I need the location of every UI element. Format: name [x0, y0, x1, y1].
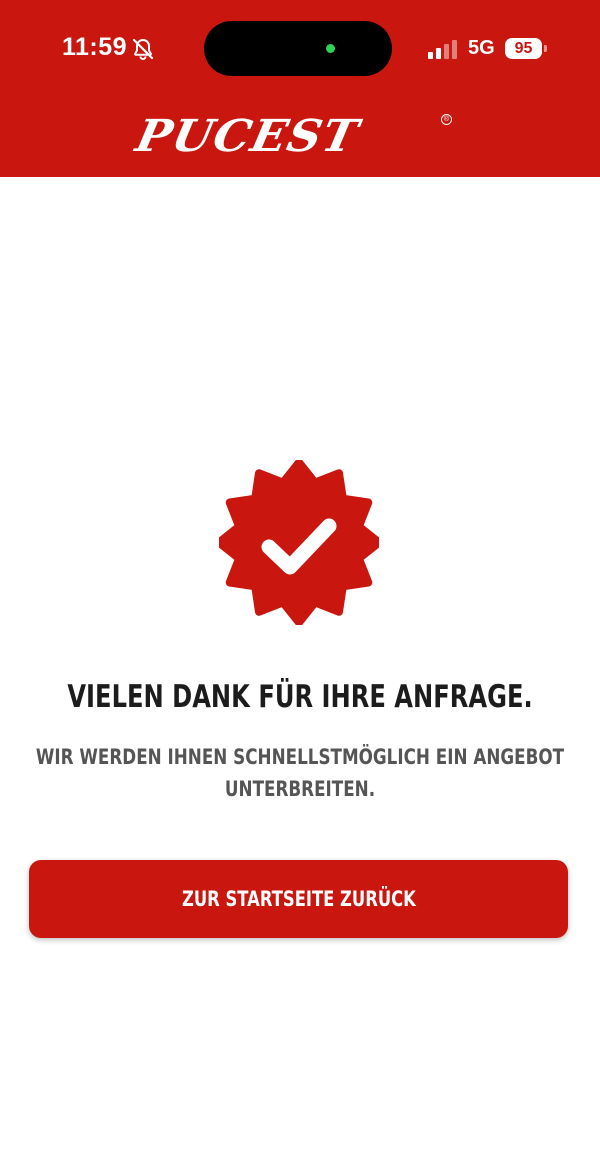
- confirmation-title: VIELEN DANK FÜR IHRE ANFRAGE.: [67, 679, 533, 715]
- network-type-label: 5G: [468, 37, 495, 59]
- registered-mark: ®: [441, 114, 452, 125]
- confirmation-message: WIR WERDEN IHNEN SCHNELLSTMÖGLICH EIN AN…: [35, 745, 565, 802]
- pucest-logo[interactable]: PUCEST ®: [131, 111, 462, 162]
- cellular-signal-icon: [428, 40, 457, 59]
- verified-checkmark-badge-icon: [219, 460, 379, 625]
- back-to-home-label: ZUR STARTSEITE ZURÜCK: [181, 887, 416, 911]
- battery-indicator: 95: [505, 38, 542, 59]
- back-to-home-button[interactable]: ZUR STARTSEITE ZURÜCK: [29, 860, 568, 938]
- logo-wordmark: PUCEST: [131, 111, 364, 162]
- status-time: 11:59: [62, 33, 128, 61]
- app-header: 11:59 5G 95 PUCEST ®: [0, 0, 600, 177]
- battery-cap: [544, 45, 547, 52]
- bell-slash-icon: [132, 38, 154, 60]
- camera-indicator-dot: [326, 44, 335, 53]
- dynamic-island: [204, 21, 392, 76]
